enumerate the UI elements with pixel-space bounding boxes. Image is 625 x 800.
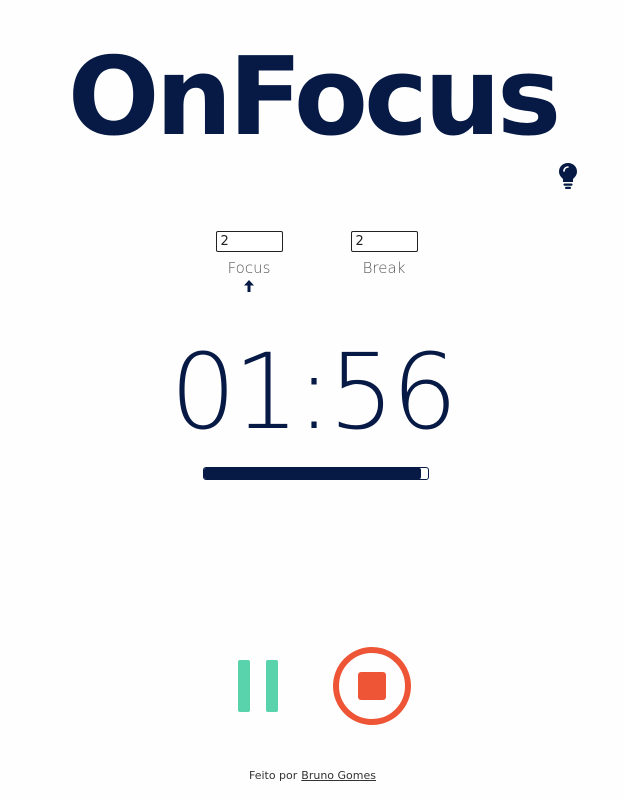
break-label: Break [362, 259, 406, 277]
stop-icon [358, 672, 386, 700]
footer-credit: Feito por [248, 769, 298, 782]
app-title: OnFocus [67, 35, 561, 160]
pause-button[interactable] [238, 660, 280, 712]
stop-button[interactable] [333, 647, 411, 725]
pause-bar-right [266, 660, 278, 712]
focus-minutes-input[interactable] [215, 231, 283, 252]
break-setting: Break [339, 231, 429, 277]
arrow-up-icon [243, 279, 255, 293]
lightbulb-icon [556, 162, 580, 190]
pause-bar-left [238, 660, 250, 712]
progress-bar [203, 467, 429, 480]
timer-display: 01:56 [170, 331, 458, 453]
focus-label: Focus [227, 259, 271, 277]
theme-toggle-button[interactable] [556, 162, 580, 190]
break-minutes-input[interactable] [350, 231, 418, 252]
footer: Feito por Bruno Gomes [0, 769, 625, 782]
author-link[interactable]: Bruno Gomes [301, 769, 376, 782]
progress-fill [204, 468, 422, 479]
app: OnFocus Focus Break 01:56 [0, 0, 625, 800]
focus-setting: Focus [204, 231, 294, 277]
